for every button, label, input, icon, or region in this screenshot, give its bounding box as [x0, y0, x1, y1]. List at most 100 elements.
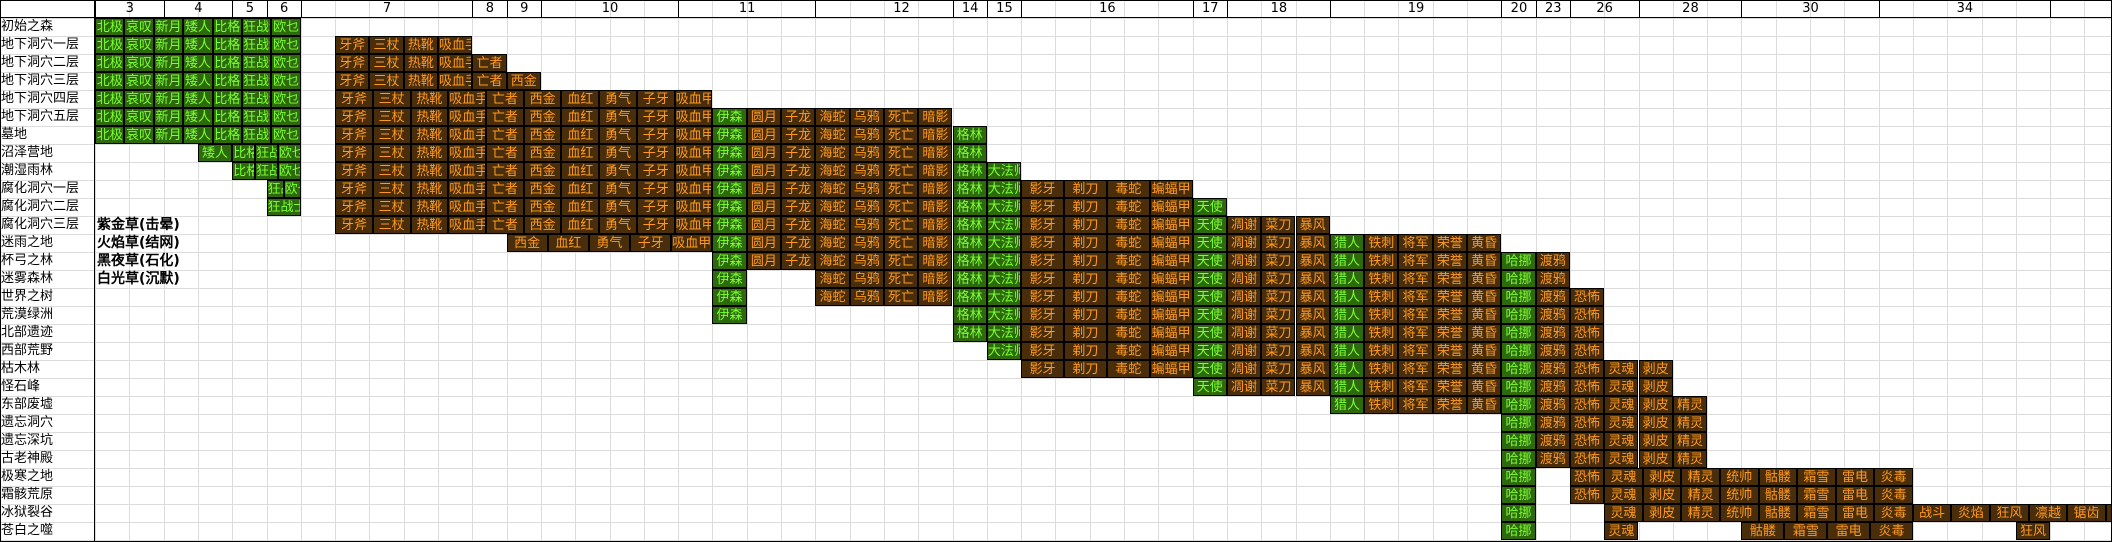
monster-cell[interactable]: 菜刀 — [1261, 216, 1296, 234]
monster-cell[interactable]: 吸血手 — [448, 162, 486, 180]
monster-cell[interactable]: 暴风 — [1295, 378, 1330, 396]
monster-cell[interactable]: 哈挪 — [1501, 324, 1536, 342]
monster-cell[interactable]: 子龙 — [781, 234, 816, 252]
level-header[interactable]: 16 — [1021, 0, 1193, 18]
monster-cell[interactable]: 统帅 — [1719, 486, 1759, 504]
monster-cell[interactable]: 黄昏 — [1467, 324, 1502, 342]
monster-cell[interactable]: 欧乜 — [277, 144, 301, 162]
monster-cell[interactable]: 乌鸦 — [849, 288, 884, 306]
monster-cell[interactable]: 伊森 — [712, 270, 747, 288]
monster-cell[interactable]: 恐怖 — [1569, 486, 1605, 504]
monster-cell[interactable]: 圆月 — [746, 216, 781, 234]
monster-cell[interactable]: 黄昏 — [1467, 252, 1502, 270]
monster-cell[interactable]: 渡鸦 — [1535, 342, 1570, 360]
monster-cell[interactable]: 哈挪 — [1501, 342, 1536, 360]
monster-cell[interactable]: 吸血手 — [438, 54, 473, 72]
monster-cell[interactable]: 勇气 — [599, 144, 637, 162]
monster-cell[interactable]: 天使 — [1192, 234, 1227, 252]
monster-cell[interactable]: 哈挪 — [1501, 504, 1536, 522]
monster-cell[interactable]: 格林 — [952, 252, 987, 270]
monster-cell[interactable]: 暗影 — [918, 144, 953, 162]
monster-cell[interactable]: 剃刀 — [1063, 234, 1107, 252]
monster-cell[interactable]: 铁刺 — [1364, 378, 1399, 396]
monster-cell[interactable]: 大法师 — [986, 180, 1022, 198]
monster-cell[interactable]: 热靴 — [410, 108, 449, 126]
monster-cell[interactable]: 渡鸦 — [1535, 414, 1570, 432]
monster-cell[interactable]: 吸血手 — [448, 180, 486, 198]
monster-cell[interactable]: 凋谢 — [1226, 288, 1262, 306]
monster-cell[interactable]: 毒蛇 — [1106, 324, 1150, 342]
monster-cell[interactable]: 大法师 — [986, 342, 1022, 360]
monster-cell[interactable]: 伊森 — [712, 144, 747, 162]
monster-cell[interactable]: 暴风 — [1295, 324, 1330, 342]
monster-cell[interactable]: 天使 — [1192, 324, 1227, 342]
monster-cell[interactable]: 格林 — [952, 324, 987, 342]
monster-cell[interactable]: 格林 — [952, 216, 987, 234]
monster-cell[interactable]: 荣誉 — [1432, 252, 1467, 270]
level-header[interactable]: 3 — [95, 0, 164, 18]
monster-cell[interactable]: 勇气 — [599, 198, 637, 216]
monster-cell[interactable]: 矮人 — [183, 18, 213, 36]
monster-cell[interactable]: 影牙 — [1021, 180, 1064, 198]
monster-cell[interactable]: 牙斧 — [335, 36, 370, 54]
monster-cell[interactable]: 新月 — [153, 108, 184, 126]
monster-cell[interactable]: 暗影 — [918, 162, 953, 180]
monster-cell[interactable]: 三杖 — [372, 126, 411, 144]
monster-cell[interactable]: 三杖 — [372, 198, 411, 216]
monster-cell[interactable]: 天使 — [1192, 306, 1227, 324]
monster-cell[interactable]: 菜刀 — [1261, 378, 1296, 396]
monster-cell[interactable]: 恐怖 — [1569, 324, 1605, 342]
monster-cell[interactable]: 灵魂 — [1604, 468, 1643, 486]
monster-cell[interactable]: 炎毒 — [1874, 486, 1913, 504]
monster-cell[interactable]: 圆月 — [746, 162, 781, 180]
monster-cell[interactable]: 雷电 — [1835, 504, 1875, 522]
monster-cell[interactable]: 乌鸦 — [849, 198, 884, 216]
monster-cell[interactable]: 子龙 — [781, 216, 816, 234]
monster-cell[interactable]: 西金 — [523, 126, 562, 144]
level-header[interactable]: 23 — [1535, 0, 1570, 18]
monster-cell[interactable]: 圆月 — [746, 180, 781, 198]
monster-cell[interactable]: 黄昏 — [1467, 342, 1502, 360]
monster-cell[interactable]: 剥皮 — [1638, 378, 1673, 396]
monster-cell[interactable]: 欧乜 — [271, 36, 301, 54]
monster-cell[interactable]: 剃刀 — [1063, 360, 1107, 378]
monster-cell[interactable]: 荣誉 — [1432, 396, 1467, 414]
monster-cell[interactable]: 霜雪 — [1797, 504, 1836, 522]
monster-cell[interactable]: 剥皮 — [1638, 360, 1673, 378]
zone-label[interactable]: 初始之森 — [0, 18, 96, 36]
level-header[interactable]: 20 — [1501, 0, 1536, 18]
monster-cell[interactable]: 渡鸦 — [1535, 378, 1570, 396]
monster-cell[interactable]: 影牙 — [1021, 288, 1064, 306]
monster-cell[interactable]: 乌鸦 — [849, 234, 884, 252]
monster-cell[interactable]: 乌鸦 — [849, 252, 884, 270]
monster-cell[interactable]: 血红 — [561, 144, 600, 162]
level-header[interactable]: 15 — [986, 0, 1022, 18]
monster-cell[interactable]: 三杖 — [372, 162, 411, 180]
monster-cell[interactable]: 死亡 — [883, 270, 919, 288]
monster-cell[interactable]: 北极 — [95, 90, 125, 108]
monster-cell[interactable]: 荣誉 — [1432, 324, 1467, 342]
monster-cell[interactable]: 哈挪 — [1501, 360, 1536, 378]
monster-cell[interactable]: 剥皮 — [1642, 504, 1682, 522]
zone-label[interactable]: 遗忘深坑 — [0, 432, 96, 450]
monster-cell[interactable]: 渡鸦 — [1535, 450, 1570, 468]
monster-cell[interactable]: 矮人 — [183, 54, 213, 72]
monster-cell[interactable]: 炎毒 — [1870, 522, 1913, 540]
monster-cell[interactable]: 毒蛇 — [1106, 342, 1150, 360]
monster-cell[interactable]: 吸血甲 — [674, 216, 713, 234]
monster-cell[interactable]: 亡者 — [472, 72, 507, 90]
monster-cell[interactable]: 狂战士 — [242, 126, 272, 144]
monster-cell[interactable]: 毒蛇 — [1106, 198, 1150, 216]
monster-cell[interactable]: 蝙蝠甲 — [1149, 180, 1193, 198]
zone-label[interactable]: 地下洞穴一层 — [0, 36, 96, 54]
monster-cell[interactable]: 渡鸦 — [1535, 270, 1570, 288]
monster-cell[interactable]: 剃刀 — [1063, 180, 1107, 198]
monster-cell[interactable]: 牙斧 — [335, 72, 370, 90]
monster-cell[interactable]: 三杖 — [369, 72, 404, 90]
monster-cell[interactable]: 吸血手 — [448, 108, 486, 126]
zone-label[interactable]: 西部荒野 — [0, 342, 96, 360]
monster-cell[interactable]: 影牙 — [1021, 198, 1064, 216]
monster-cell[interactable]: 剃刀 — [1063, 198, 1107, 216]
monster-cell[interactable]: 欧乜 — [283, 180, 301, 198]
monster-cell[interactable]: 菜刀 — [1261, 252, 1296, 270]
